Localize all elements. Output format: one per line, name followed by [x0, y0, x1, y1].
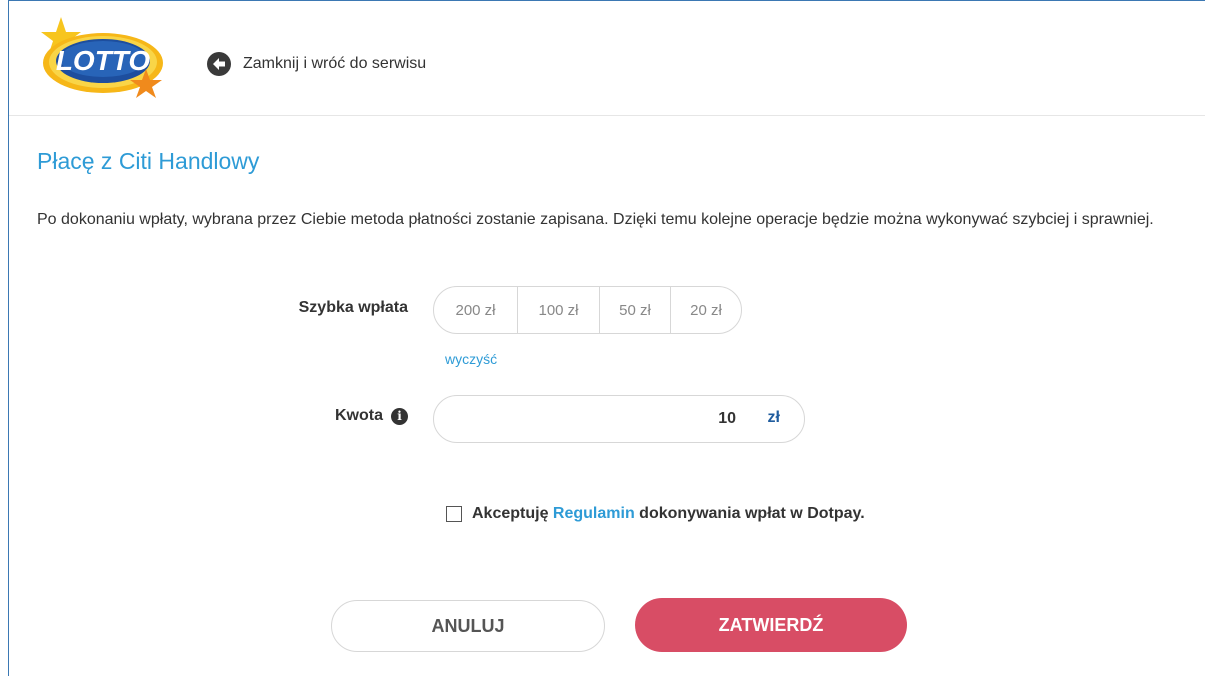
info-circle-icon[interactable]: i	[391, 407, 408, 425]
amount-label-row: Kwota i	[200, 407, 408, 425]
back-link-label: Zamknij i wróć do serwisu	[243, 55, 427, 72]
quick-amount-100-button[interactable]: 100 zł	[518, 287, 600, 333]
terms-link[interactable]: Regulamin	[553, 505, 635, 523]
lotto-logo[interactable]: LOTTO	[33, 15, 173, 101]
page-title: Płacę z Citi Handlowy	[37, 148, 260, 174]
terms-acceptance: Akceptuję Regulamin dokonywania wpłat w …	[446, 505, 865, 523]
svg-text:LOTTO: LOTTO	[56, 45, 151, 76]
amount-label: Kwota	[335, 407, 383, 424]
clear-link[interactable]: wyczyść	[445, 351, 497, 367]
header: LOTTO Zamknij i wróć do serwisu	[9, 1, 1205, 116]
quick-amount-50-button[interactable]: 50 zł	[600, 287, 671, 333]
amount-value: 10	[718, 410, 736, 427]
amount-input[interactable]: 10 zł	[433, 395, 805, 443]
description-text: Po dokonaniu wpłaty, wybrana przez Ciebi…	[37, 211, 1154, 228]
quick-payment-options: 200 zł 100 zł 50 zł 20 zł	[433, 286, 742, 334]
quick-payment-label: Szybka wpłata	[298, 299, 408, 316]
terms-prefix: Akceptuję	[472, 505, 549, 522]
quick-amount-20-button[interactable]: 20 zł	[671, 287, 741, 333]
cancel-button[interactable]: ANULUJ	[331, 600, 605, 652]
amount-currency: zł	[767, 409, 780, 426]
back-to-service-link[interactable]: Zamknij i wróć do serwisu	[207, 52, 426, 76]
confirm-button[interactable]: ZATWIERDŹ	[635, 598, 907, 652]
terms-suffix: dokonywania wpłat w Dotpay.	[639, 505, 865, 522]
quick-amount-200-button[interactable]: 200 zł	[434, 287, 518, 333]
arrow-left-circle-icon	[207, 52, 231, 76]
terms-checkbox[interactable]	[446, 506, 462, 522]
